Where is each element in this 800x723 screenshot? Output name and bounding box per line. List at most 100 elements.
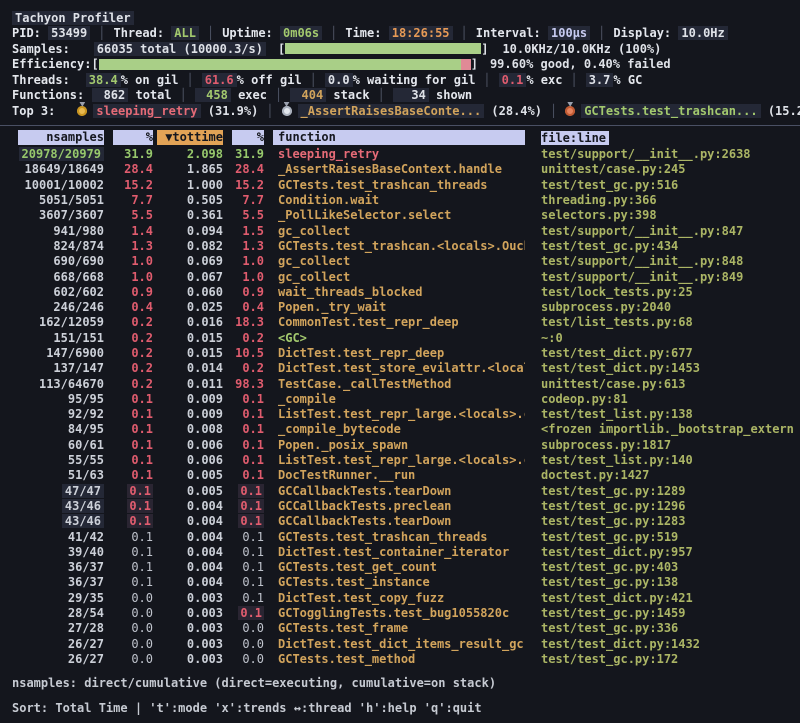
tottime-cell: 0.060: [157, 285, 223, 299]
pct-cum-cell: 28.4: [232, 162, 264, 176]
column-header-function[interactable]: function: [273, 130, 525, 145]
pct-cum-cell: 0.0: [232, 637, 264, 651]
pct-cum-cell: 1.0: [232, 254, 264, 268]
function-name: _AssertRaisesBaseContext.handle: [278, 162, 502, 176]
pct-cum-cell: 0.1: [232, 514, 264, 528]
stat-label: total: [128, 88, 171, 102]
medal-gold-icon: [77, 106, 87, 116]
file-line-cell: test/support/__init__.py:2638: [541, 147, 794, 161]
tottime-value: 0.069: [187, 254, 223, 268]
function-name: GCTests.test_instance: [278, 575, 430, 589]
nsamples-value: 26/27: [68, 637, 104, 651]
tottime-value: 0.361: [187, 208, 223, 222]
nsamples-value: 137/147: [53, 361, 104, 375]
file-line-value: test/test_gc.py:1296: [541, 499, 686, 513]
file-line-cell: <frozen importlib._bootstrap_external: [541, 422, 794, 436]
nsamples-value: 41/42: [68, 530, 104, 544]
pct-direct-value: 0.1: [131, 575, 153, 589]
column-header-nsamples[interactable]: nsamples: [18, 130, 104, 145]
tottime-cell: 0.004: [157, 530, 223, 544]
nsamples-cell: 3607/3607: [18, 208, 104, 222]
stat-label: % GC: [613, 73, 642, 87]
pct-cum-value: 0.1: [238, 514, 264, 528]
nsamples-value: 60/61: [68, 438, 104, 452]
file-line-value: test/lock_tests.py:25: [541, 285, 693, 299]
nsamples-cell: 47/47: [18, 484, 104, 498]
tottime-cell: 0.005: [157, 468, 223, 482]
pct-direct-value: 1.0: [131, 270, 153, 284]
file-line-cell: test/test_gc.py:1296: [541, 499, 794, 513]
stat-value: 404: [290, 88, 326, 102]
pct-cum-value: 10.5: [235, 346, 264, 360]
tottime-value: 0.003: [187, 637, 223, 651]
file-line-cell: test/test_dict.py:1453: [541, 361, 794, 375]
tottime-cell: 0.003: [157, 591, 223, 605]
table-row: 10001/1000215.21.00015.2GCTests.test_tra…: [18, 177, 794, 192]
pct-cum-cell: 7.7: [232, 193, 264, 207]
file-line-cell: test/test_list.py:138: [541, 407, 794, 421]
file-line-cell: test/test_dict.py:1432: [541, 637, 794, 651]
status-label: Thread:: [113, 26, 171, 40]
column-header-tottime[interactable]: ▼tottime: [157, 130, 223, 145]
file-line-value: selectors.py:398: [541, 208, 657, 222]
function-name: _compile_bytecode: [278, 422, 401, 436]
table-row: 51/630.10.0050.1DocTestRunner.__rundocte…: [18, 468, 794, 483]
tottime-value: 0.004: [187, 560, 223, 574]
function-name: Condition.wait: [278, 193, 379, 207]
column-header-pct-direct[interactable]: %: [113, 130, 153, 145]
pct-direct-value: 0.1: [131, 407, 153, 421]
tottime-value: 0.004: [187, 545, 223, 559]
pct-direct-value: 0.0: [131, 606, 153, 620]
table-row: 18649/1864928.41.86528.4_AssertRaisesBas…: [18, 162, 794, 177]
tottime-value: 0.004: [187, 530, 223, 544]
nsamples-cell: 55/55: [18, 453, 104, 467]
pct-direct-cell: 0.1: [113, 453, 153, 467]
pct-direct-value: 0.1: [131, 453, 153, 467]
nsamples-cell: 43/46: [18, 499, 104, 513]
file-line-cell: subprocess.py:2040: [541, 300, 794, 314]
status-value: ALL: [171, 26, 199, 40]
pct-cum-value: 0.1: [242, 438, 264, 452]
pct-direct-cell: 28.4: [113, 162, 153, 176]
pct-direct-value: 0.1: [131, 422, 153, 436]
table-row: 3607/36075.50.3615.5_PollLikeSelector.se…: [18, 208, 794, 223]
function-name: ListTest.test_repr_large.<locals>.check: [278, 453, 525, 467]
pct-direct-cell: 0.0: [113, 621, 153, 635]
file-line-cell: test/test_gc.py:138: [541, 575, 794, 589]
footer: nsamples: direct/cumulative (direct=exec…: [12, 676, 794, 716]
column-header-fileline[interactable]: file:line: [541, 131, 794, 145]
table-row: 137/1470.20.0140.2DictTest.test_store_ev…: [18, 361, 794, 376]
divider: │: [598, 26, 605, 40]
pct-direct-cell: 0.1: [113, 468, 153, 482]
pct-cum-value: 1.5: [242, 224, 264, 238]
tottime-value: 0.004: [187, 499, 223, 513]
nsamples-value: 151/151: [53, 331, 104, 345]
table-header: nsamples% ▼tottime% function file:line: [18, 130, 794, 146]
function-name: GCCallbackTests.preclean: [278, 499, 451, 513]
file-line-value: test/test_list.py:140: [541, 453, 693, 467]
pct-direct-value: 31.9: [124, 147, 153, 161]
file-line-value: threading.py:366: [541, 193, 657, 207]
function-name: DictTest.test_store_evilattr.<locals...: [278, 361, 525, 375]
stat: 0.0% waiting for gil: [325, 73, 476, 87]
tottime-value: 0.094: [187, 224, 223, 238]
pct-cum-cell: 0.1: [232, 484, 264, 498]
pct-cum-cell: 1.5: [232, 224, 264, 238]
pct-cum-cell: 0.1: [232, 453, 264, 467]
fileline-header-text: file:line: [541, 131, 609, 145]
pct-cum-value: 0.1: [242, 407, 264, 421]
file-line-cell: test/test_list.py:140: [541, 453, 794, 467]
pct-cum-cell: 98.3: [232, 377, 264, 391]
function-cell: GCCallbackTests.tearDown: [273, 514, 525, 528]
function-name: GCTogglingTests.test_bug1055820c: [278, 606, 509, 620]
file-line-value: subprocess.py:1817: [541, 438, 671, 452]
column-header-pct-cum[interactable]: %: [232, 130, 264, 145]
function-name: GCTests.test_frame: [278, 621, 408, 635]
nsamples-value: 18649/18649: [25, 162, 104, 176]
nsamples-cell: 941/980: [18, 224, 104, 238]
table-row: 26/270.00.0030.0DictTest.test_dict_items…: [18, 636, 794, 651]
function-name: GCCallbackTests.tearDown: [278, 484, 451, 498]
tottime-value: 0.003: [187, 621, 223, 635]
nsamples-value: 668/668: [53, 270, 104, 284]
nsamples-value: 36/37: [68, 560, 104, 574]
